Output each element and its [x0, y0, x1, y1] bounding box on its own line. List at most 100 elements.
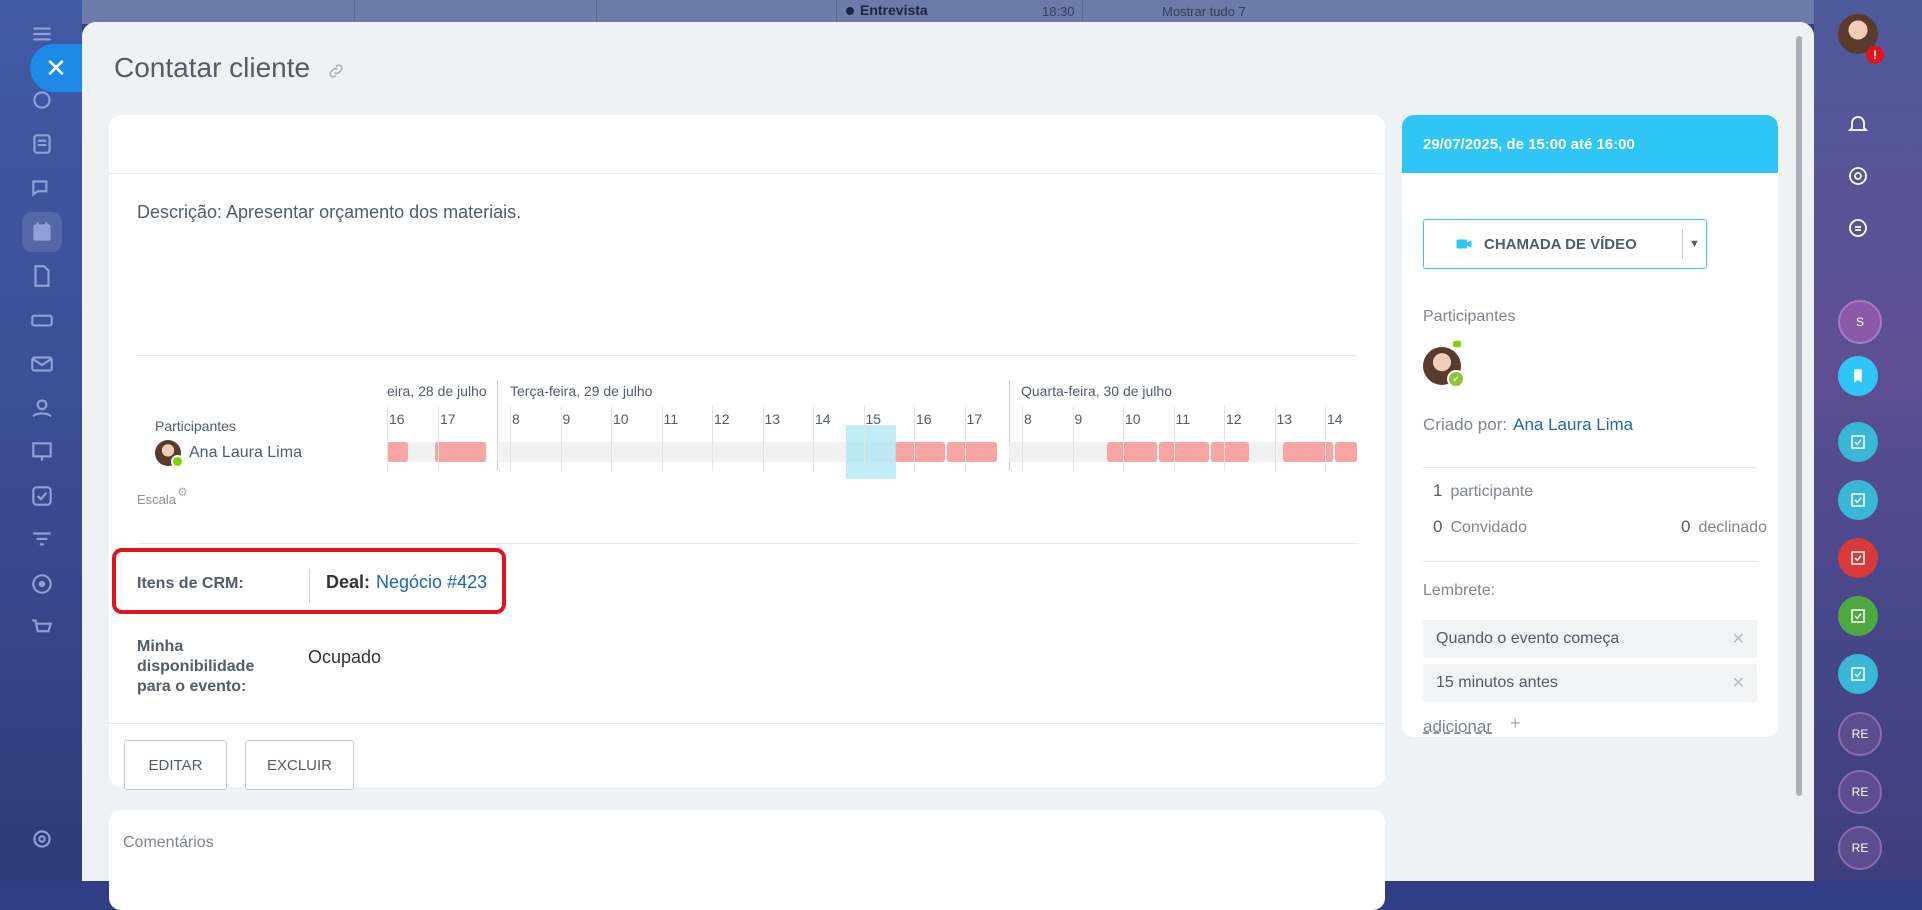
- availability-label-line: para o evento:: [137, 678, 247, 695]
- hour-label: 15: [865, 411, 882, 427]
- bookmark-icon[interactable]: [1838, 356, 1878, 396]
- contacts-icon[interactable]: [22, 388, 62, 428]
- add-reminder-link[interactable]: adicionar: [1423, 717, 1492, 737]
- participant-avatar: [155, 440, 184, 468]
- video-call-button[interactable]: CHAMADA DE VÍDEO ▼: [1423, 219, 1707, 269]
- day-label-tuesday: Terça-feira, 29 de julho: [510, 383, 653, 399]
- background-show-all-link[interactable]: Mostrar tudo 7: [1162, 4, 1246, 19]
- page-title: Contatar cliente: [114, 52, 311, 83]
- drive-icon[interactable]: [22, 300, 62, 340]
- target-icon[interactable]: [22, 564, 62, 604]
- event-main-card: Descrição: Apresentar orçamento dos mate…: [109, 115, 1385, 790]
- hour-gridline: [560, 405, 562, 471]
- hour-label: 12: [714, 411, 730, 427]
- recent-badge-2[interactable]: RE: [1838, 770, 1882, 814]
- task-icon-1[interactable]: [1838, 422, 1878, 462]
- documents-icon[interactable]: [22, 256, 62, 296]
- divider: [1423, 561, 1757, 562]
- filter-icon[interactable]: [22, 520, 62, 560]
- availability-value: Ocupado: [308, 647, 382, 667]
- calendar-icon[interactable]: [22, 212, 62, 252]
- close-slider-button[interactable]: ✕: [30, 44, 82, 92]
- hour-gridline: [1022, 405, 1023, 471]
- participant-avatar[interactable]: ✓: [1423, 341, 1465, 388]
- hour-gridline: [863, 405, 865, 471]
- hour-gridline: [914, 405, 915, 471]
- workgroup-badge-s[interactable]: S: [1838, 300, 1882, 344]
- scheduler-participant[interactable]: Ana Laura Lima: [155, 440, 302, 468]
- reminder-item: 15 minutos antes ✕: [1423, 664, 1757, 702]
- divider: [109, 173, 1385, 174]
- bell-icon[interactable]: [1838, 104, 1878, 144]
- checkbox-icon[interactable]: [22, 476, 62, 516]
- task-icon-4[interactable]: [1838, 596, 1878, 636]
- availability-label: Minha disponibilidade para o evento:: [137, 637, 254, 697]
- declined-count: 0 declinado: [1681, 517, 1767, 537]
- delete-button[interactable]: EXCLUIR: [245, 740, 354, 790]
- left-navigation-rail: [0, 0, 82, 881]
- scrollbar[interactable]: [1796, 36, 1802, 796]
- scale-gear-icon[interactable]: ⚙: [177, 485, 188, 499]
- day-label-monday: eira, 28 de julho: [387, 383, 487, 399]
- chevron-down-icon[interactable]: ▼: [1683, 238, 1706, 250]
- event-slider-panel: Contatar cliente Descrição: Apresentar o…: [82, 22, 1814, 910]
- crm-deal-link[interactable]: Negócio #423: [376, 572, 487, 592]
- hour-gridline: [1072, 405, 1074, 471]
- event-date-range: 29/07/2025, de 15:00 até 16:00: [1402, 115, 1778, 173]
- divider: [137, 543, 1357, 544]
- task-icon-2[interactable]: [1838, 480, 1878, 520]
- hour-gridline: [1123, 405, 1124, 471]
- remove-reminder-icon[interactable]: ✕: [1732, 629, 1745, 649]
- copy-link-icon[interactable]: [327, 62, 345, 80]
- presentation-icon[interactable]: [22, 432, 62, 472]
- event-description: Descrição: Apresentar orçamento dos mate…: [137, 202, 522, 222]
- cart-icon[interactable]: [22, 608, 62, 648]
- divider: [109, 723, 1385, 724]
- plus-icon[interactable]: +: [1510, 713, 1521, 734]
- crm-deal: Deal: Negócio #423: [326, 572, 487, 593]
- task-icon-3[interactable]: [1838, 538, 1878, 578]
- participant-count-number: 1: [1433, 481, 1443, 500]
- hour-label: 11: [1175, 411, 1191, 427]
- hour-gridline: [964, 405, 966, 471]
- recent-badge-1[interactable]: RE: [1838, 712, 1882, 756]
- hour-label: 9: [1074, 411, 1083, 427]
- mail-icon[interactable]: [22, 344, 62, 384]
- hour-label: 10: [1125, 411, 1141, 427]
- hour-label: 13: [764, 411, 781, 427]
- check-icon: ✓: [1447, 370, 1465, 388]
- hour-gridline: [438, 405, 439, 471]
- event-side-card: 29/07/2025, de 15:00 até 16:00 CHAMADA D…: [1402, 115, 1778, 737]
- hour-gridline: [387, 405, 388, 471]
- background-event-name[interactable]: Entrevista: [846, 2, 928, 18]
- creator-link[interactable]: Ana Laura Lima: [1513, 415, 1633, 434]
- scale-label: Escala: [137, 492, 177, 507]
- reminder-text: Quando o evento começa: [1436, 630, 1620, 647]
- background-event-time: 18:30: [1042, 4, 1075, 19]
- tasks-list-icon[interactable]: [22, 124, 62, 164]
- hour-label: 10: [613, 411, 629, 427]
- busy-slot: [947, 442, 997, 462]
- remove-reminder-icon[interactable]: ✕: [1732, 673, 1745, 693]
- task-icon-5[interactable]: [1838, 654, 1878, 694]
- scheduler-participants-label: Participantes: [155, 418, 236, 434]
- recent-badge-3[interactable]: RE: [1838, 826, 1882, 870]
- comments-label: Comentários: [123, 834, 214, 851]
- search-target-icon[interactable]: [1838, 156, 1878, 196]
- sync-icon[interactable]: [1838, 208, 1878, 248]
- busy-slot: [1335, 442, 1357, 462]
- declined-count-word: declinado: [1698, 519, 1767, 536]
- hour-label: 17: [966, 411, 983, 427]
- chat-icon[interactable]: [22, 168, 62, 208]
- edit-button[interactable]: EDITAR: [124, 740, 227, 790]
- settings-gear-icon[interactable]: [22, 819, 62, 859]
- participant-count-word: participante: [1450, 483, 1534, 500]
- divider: [309, 569, 310, 603]
- busy-slot: [1211, 442, 1249, 462]
- selected-time-slot[interactable]: [846, 425, 896, 479]
- side-participants-label: Participantes: [1423, 308, 1516, 325]
- day-label-wednesday: Quarta-feira, 30 de julho: [1021, 383, 1172, 399]
- invited-count-number: 0: [1433, 517, 1443, 536]
- hour-label: 8: [512, 411, 520, 427]
- busy-slot: [1159, 442, 1209, 462]
